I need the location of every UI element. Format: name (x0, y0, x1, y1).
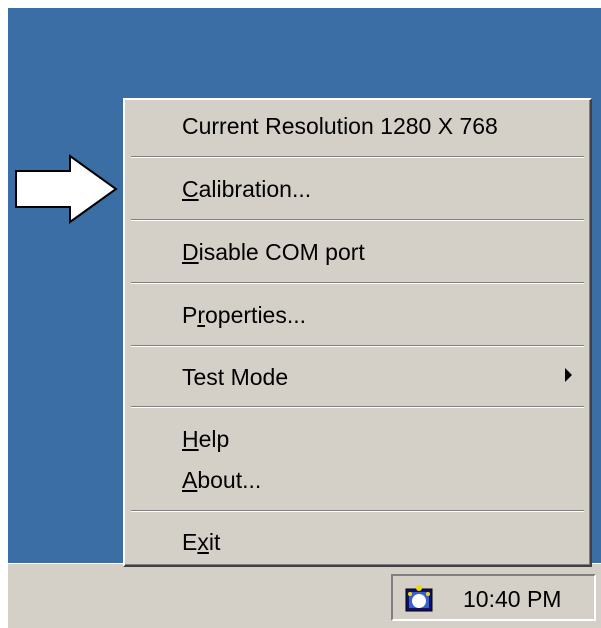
system-tray: 10:40 PM (391, 574, 596, 621)
menu-item-calibration[interactable]: Calibration... (182, 175, 311, 203)
menu-item-label: E (182, 529, 198, 555)
menu-accelerator-key: D (182, 239, 199, 265)
menu-item-test-mode[interactable]: Test Mode (182, 363, 288, 391)
taskbar: 10:40 PM (8, 563, 601, 628)
menu-item-properties[interactable]: Properties... (182, 301, 306, 329)
menu-separator (131, 282, 584, 284)
menu-item-label: Current Resolution 1280 X 768 (182, 113, 498, 139)
menu-item-label: elp (198, 426, 230, 452)
submenu-arrow-icon (565, 368, 572, 382)
pointer-arrow-icon (15, 154, 118, 224)
menu-item-about[interactable]: About... (182, 466, 261, 494)
menu-separator (131, 345, 584, 347)
menu-accelerator-key: x (197, 529, 209, 555)
menu-item-help[interactable]: Help (182, 425, 229, 453)
menu-accelerator-key: C (182, 176, 199, 202)
touchscreen-tray-icon[interactable] (405, 584, 433, 612)
menu-accelerator-key: r (197, 302, 206, 328)
menu-item-label: operties... (205, 302, 307, 328)
menu-item-disable-com-port[interactable]: Disable COM port (182, 238, 365, 266)
context-menu: Current Resolution 1280 X 768 Calibratio… (123, 98, 592, 567)
menu-accelerator-key: H (182, 426, 199, 452)
menu-item-label: isable COM port (198, 239, 365, 265)
menu-item-exit[interactable]: Exit (182, 528, 220, 556)
menu-separator (131, 510, 584, 512)
menu-item-label: bout... (197, 467, 262, 493)
menu-item-label: Test Mode (182, 364, 289, 390)
menu-separator (131, 406, 584, 408)
menu-item-label: alibration... (198, 176, 312, 202)
menu-separator (131, 156, 584, 158)
menu-item-label: it (208, 529, 221, 555)
menu-item-current-resolution: Current Resolution 1280 X 768 (182, 112, 498, 140)
menu-separator (131, 219, 584, 221)
screenshot-frame: 10:40 PM Current Resolution 1280 X 768 C… (0, 0, 601, 628)
menu-accelerator-key: A (182, 467, 198, 493)
menu-item-label: P (182, 302, 198, 328)
tray-clock[interactable]: 10:40 PM (463, 586, 561, 613)
